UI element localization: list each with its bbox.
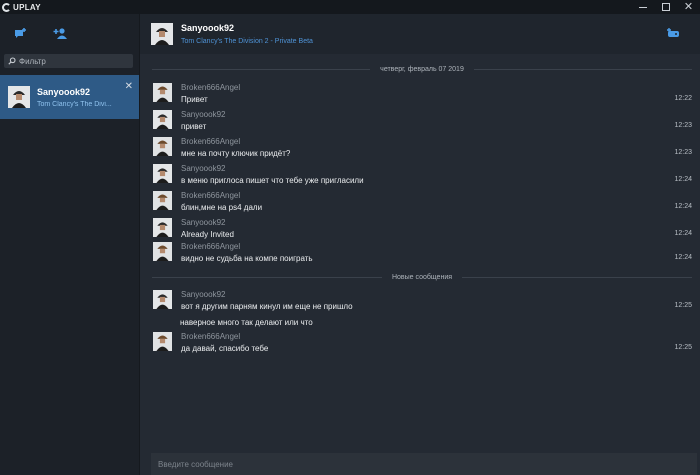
uplay-logo: UPLAY <box>0 0 41 14</box>
date-divider-label: четверг, февраль 07 2019 <box>380 65 464 73</box>
avatar <box>153 164 172 183</box>
message-text: наверное много так делают или что <box>180 318 313 327</box>
filter-input[interactable] <box>19 56 129 66</box>
avatar <box>153 242 172 261</box>
message-time: 12:22 <box>674 95 692 102</box>
avatar <box>151 23 173 45</box>
message-author: Broken666Angel <box>181 332 241 341</box>
message-author: Sanyoook92 <box>181 218 226 227</box>
brand-name: UPLAY <box>13 2 41 12</box>
message-author: Broken666Angel <box>181 137 241 146</box>
new-messages-divider: Новые сообщения <box>152 272 692 282</box>
chat-header: Sanyoook92 Tom Clancy's The Division 2 -… <box>140 14 700 54</box>
message-composer[interactable] <box>151 453 697 475</box>
message-time: 12:23 <box>674 149 692 156</box>
close-conversation-icon[interactable]: ✕ <box>125 81 133 92</box>
maximize-button[interactable] <box>654 0 677 14</box>
message-author: Broken666Angel <box>181 83 241 92</box>
message-time: 12:24 <box>674 230 692 237</box>
message-time: 12:25 <box>674 302 692 309</box>
title-bar: UPLAY ✕ <box>0 0 700 14</box>
message-time: 12:24 <box>674 203 692 210</box>
message-text: Привет <box>181 95 208 104</box>
close-icon: ✕ <box>683 1 694 13</box>
conversation-info: Sanyoook92 Tom Clancy's The Divi... <box>37 87 117 108</box>
avatar <box>153 191 172 210</box>
window-controls: ✕ <box>631 0 700 14</box>
filter-field[interactable] <box>4 54 133 68</box>
message-text: да давай, спасибо тебе <box>181 344 269 353</box>
contact-name[interactable]: Sanyoook92 <box>181 23 313 33</box>
message-text: блин,мне на ps4 дали <box>181 203 263 212</box>
new-messages-label: Новые сообщения <box>391 273 453 281</box>
close-window-button[interactable]: ✕ <box>677 0 700 14</box>
message-author: Broken666Angel <box>181 242 241 251</box>
message-author: Sanyoook92 <box>181 164 226 173</box>
new-chat-button[interactable] <box>13 26 29 40</box>
avatar <box>153 332 172 351</box>
message-list: четверг, февраль 07 2019 Broken666Angel … <box>140 54 700 449</box>
message-author: Broken666Angel <box>181 191 241 200</box>
conversation-item[interactable]: Sanyoook92 Tom Clancy's The Divi... ✕ <box>0 75 139 119</box>
game-invite-icon[interactable] <box>666 27 680 39</box>
conversation-subtitle: Tom Clancy's The Divi... <box>37 100 112 108</box>
message-author: Sanyoook92 <box>181 290 226 299</box>
message-text: мне на почту ключик придёт? <box>181 149 291 158</box>
sidebar-actions <box>0 14 139 52</box>
chat-add-icon <box>15 27 26 38</box>
conversation-name: Sanyoook92 <box>37 86 91 97</box>
add-friend-icon <box>53 27 67 39</box>
message-time: 12:25 <box>674 344 692 351</box>
avatar <box>153 83 172 102</box>
message-text: Already Invited <box>181 230 234 239</box>
message-time: 12:24 <box>674 254 692 261</box>
conversation-sidebar: Sanyoook92 Tom Clancy's The Divi... ✕ <box>0 14 140 475</box>
message-input[interactable] <box>158 459 678 469</box>
contact-game-status: Tom Clancy's The Division 2 - Private Be… <box>181 38 313 45</box>
message-text: в меню приглоса пишет что тебе уже пригл… <box>181 176 364 185</box>
message-time: 12:24 <box>674 176 692 183</box>
minimize-button[interactable] <box>631 0 654 14</box>
date-divider: четверг, февраль 07 2019 <box>152 64 692 74</box>
minimize-icon <box>638 6 647 8</box>
avatar <box>153 110 172 129</box>
message-author: Sanyoook92 <box>181 110 226 119</box>
maximize-icon <box>661 3 670 11</box>
avatar <box>153 218 172 237</box>
message-text: вот я другим парням кинул им еще не приш… <box>181 302 353 311</box>
header-info: Sanyoook92 Tom Clancy's The Division 2 -… <box>181 23 313 45</box>
avatar <box>153 290 172 309</box>
message-text: видно не судьба на компе поиграть <box>181 254 313 263</box>
search-icon <box>8 57 16 65</box>
message-text: привет <box>181 122 207 131</box>
add-friend-button[interactable] <box>53 26 69 40</box>
avatar <box>153 137 172 156</box>
uplay-logo-icon <box>2 2 11 12</box>
message-time: 12:23 <box>674 122 692 129</box>
avatar <box>8 86 30 108</box>
